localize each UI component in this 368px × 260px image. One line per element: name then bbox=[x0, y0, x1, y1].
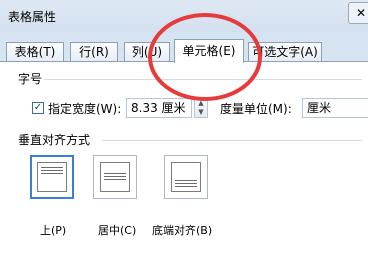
tab-cell[interactable]: 单元格(E) bbox=[174, 39, 244, 63]
close-button[interactable]: ✕ bbox=[348, 2, 368, 24]
align-bottom-label: 底端对齐(B) bbox=[152, 224, 213, 237]
align-center-button[interactable] bbox=[93, 155, 137, 199]
width-spinner[interactable]: ▲ ▼ bbox=[194, 98, 208, 118]
close-icon: ✕ bbox=[355, 6, 367, 20]
align-center-icon bbox=[100, 162, 130, 192]
tab-row[interactable]: 行(R) bbox=[70, 42, 118, 62]
align-top-icon bbox=[37, 162, 67, 192]
vertical-align-section-label: 垂直对齐方式 bbox=[18, 133, 91, 147]
size-section-label: 字号 bbox=[18, 72, 43, 86]
specify-width-label: 指定宽度(W): bbox=[48, 102, 122, 116]
align-top-label: 上(P) bbox=[40, 224, 67, 237]
measure-unit-label: 度量单位(M): bbox=[220, 102, 292, 116]
window-title: 表格属性 bbox=[8, 10, 57, 24]
vertical-align-divider bbox=[102, 140, 362, 141]
measure-unit-select[interactable]: 厘米 bbox=[302, 98, 368, 118]
spin-down-icon[interactable]: ▼ bbox=[195, 108, 207, 117]
align-bottom-icon bbox=[171, 162, 201, 192]
align-bottom-button[interactable] bbox=[164, 155, 208, 199]
tab-table[interactable]: 表格(T) bbox=[6, 42, 64, 62]
specify-width-checkbox[interactable]: ✓ bbox=[32, 102, 44, 114]
width-field[interactable]: 8.33 厘米 bbox=[126, 98, 192, 118]
align-top-button[interactable] bbox=[30, 155, 74, 199]
align-center-label: 居中(C) bbox=[98, 224, 137, 237]
